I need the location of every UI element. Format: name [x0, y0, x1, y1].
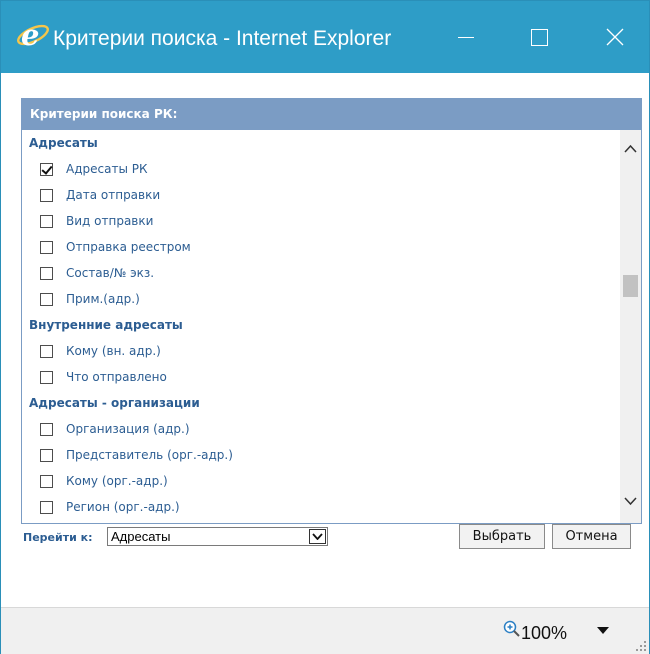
- goto-select[interactable]: Адресаты: [107, 527, 328, 546]
- criteria-item-label: Отправка реестром: [66, 240, 191, 254]
- close-icon: [606, 28, 624, 46]
- criteria-item-adresaty-rk[interactable]: Адресаты РК: [22, 156, 620, 182]
- svg-text:e: e: [21, 18, 39, 51]
- criteria-item-label: Что отправлено: [66, 370, 167, 384]
- group-header: Внутренние адресаты: [29, 318, 183, 332]
- checkbox[interactable]: [40, 370, 53, 384]
- criteria-item-label: Дата отправки: [66, 188, 161, 202]
- scroll-down-button[interactable]: [620, 491, 641, 511]
- criteria-item-label: Кому (орг.-адр.): [66, 474, 168, 488]
- zoom-in-icon[interactable]: [503, 620, 521, 638]
- criteria-panel: Критерии поиска РК: Адресаты Адресаты РК…: [21, 98, 642, 524]
- checkbox[interactable]: [40, 188, 53, 202]
- criteria-list: Адресаты Адресаты РК Дата отправки Вид о…: [22, 130, 620, 523]
- criteria-item-data-otpravki[interactable]: Дата отправки: [22, 182, 620, 208]
- scroll-thumb[interactable]: [623, 275, 638, 297]
- criteria-item-komu-vn[interactable]: Кому (вн. адр.): [22, 338, 620, 364]
- resize-grip-icon[interactable]: [635, 640, 647, 652]
- criteria-item-label: Представитель (орг.-адр.): [66, 448, 233, 462]
- criteria-item-sostav[interactable]: Состав/№ экз.: [22, 260, 620, 286]
- select-button[interactable]: Выбрать: [459, 524, 545, 549]
- criteria-item-vid-otpravki[interactable]: Вид отправки: [22, 208, 620, 234]
- checkbox[interactable]: [40, 474, 53, 488]
- criteria-item-label: Прим.(адр.): [66, 292, 140, 306]
- maximize-icon: [530, 28, 548, 46]
- checkbox[interactable]: [40, 162, 53, 176]
- checkbox[interactable]: [40, 266, 53, 280]
- criteria-item-region-org[interactable]: Регион (орг.-адр.): [22, 494, 620, 520]
- criteria-item-label: Регион (орг.-адр.): [66, 500, 180, 514]
- scroll-up-button[interactable]: [620, 138, 641, 158]
- dialog-content: Критерии поиска РК: Адресаты Адресаты РК…: [1, 73, 649, 607]
- goto-select-value: Адресаты: [111, 529, 171, 544]
- checkbox[interactable]: [40, 214, 53, 228]
- criteria-item-otpravka-reestrom[interactable]: Отправка реестром: [22, 234, 620, 260]
- zoom-level[interactable]: 100%: [521, 623, 567, 644]
- criteria-item-predstavitel[interactable]: Представитель (орг.-адр.): [22, 442, 620, 468]
- criteria-item-label: Организация (адр.): [66, 422, 190, 436]
- criteria-item-chto-otpravleno[interactable]: Что отправлено: [22, 364, 620, 390]
- status-bar: 100%: [1, 607, 649, 654]
- checkbox[interactable]: [40, 422, 53, 436]
- criteria-item-label: Адресаты РК: [66, 162, 148, 176]
- checkbox[interactable]: [40, 240, 53, 254]
- vertical-scrollbar[interactable]: [620, 130, 641, 523]
- ie-logo-icon: e: [17, 18, 49, 51]
- checkbox[interactable]: [40, 292, 53, 306]
- criteria-item-prim-adr[interactable]: Прим.(адр.): [22, 286, 620, 312]
- chevron-down-icon[interactable]: [597, 627, 609, 635]
- criteria-item-komu-org[interactable]: Кому (орг.-адр.): [22, 468, 620, 494]
- window-title: Критерии поиска - Internet Explorer: [53, 27, 392, 50]
- minimize-icon: [458, 36, 474, 38]
- goto-label: Перейти к:: [23, 531, 93, 544]
- ie-window: e Критерии поиска - Internet Explorer Кр…: [0, 0, 650, 654]
- checkbox[interactable]: [40, 344, 53, 358]
- criteria-item-label: Вид отправки: [66, 214, 154, 228]
- panel-header: Критерии поиска РК:: [22, 99, 641, 130]
- criteria-item-organizaciya[interactable]: Организация (адр.): [22, 416, 620, 442]
- goto-dropdown-button[interactable]: [309, 529, 326, 544]
- close-button[interactable]: [591, 19, 639, 55]
- criteria-item-label: Состав/№ экз.: [66, 266, 155, 280]
- group-header: Адресаты - организации: [29, 396, 200, 410]
- checkbox[interactable]: [40, 500, 53, 514]
- chevron-down-icon: [624, 496, 637, 505]
- title-bar[interactable]: e Критерии поиска - Internet Explorer: [1, 1, 649, 73]
- chevron-down-icon: [312, 533, 323, 540]
- minimize-button[interactable]: [442, 19, 490, 55]
- criteria-item-label: Кому (вн. адр.): [66, 344, 161, 358]
- maximize-button[interactable]: [515, 19, 563, 55]
- cancel-button[interactable]: Отмена: [552, 524, 631, 549]
- group-header: Адресаты: [29, 136, 98, 150]
- checkbox[interactable]: [40, 448, 53, 462]
- chevron-up-icon: [624, 144, 637, 153]
